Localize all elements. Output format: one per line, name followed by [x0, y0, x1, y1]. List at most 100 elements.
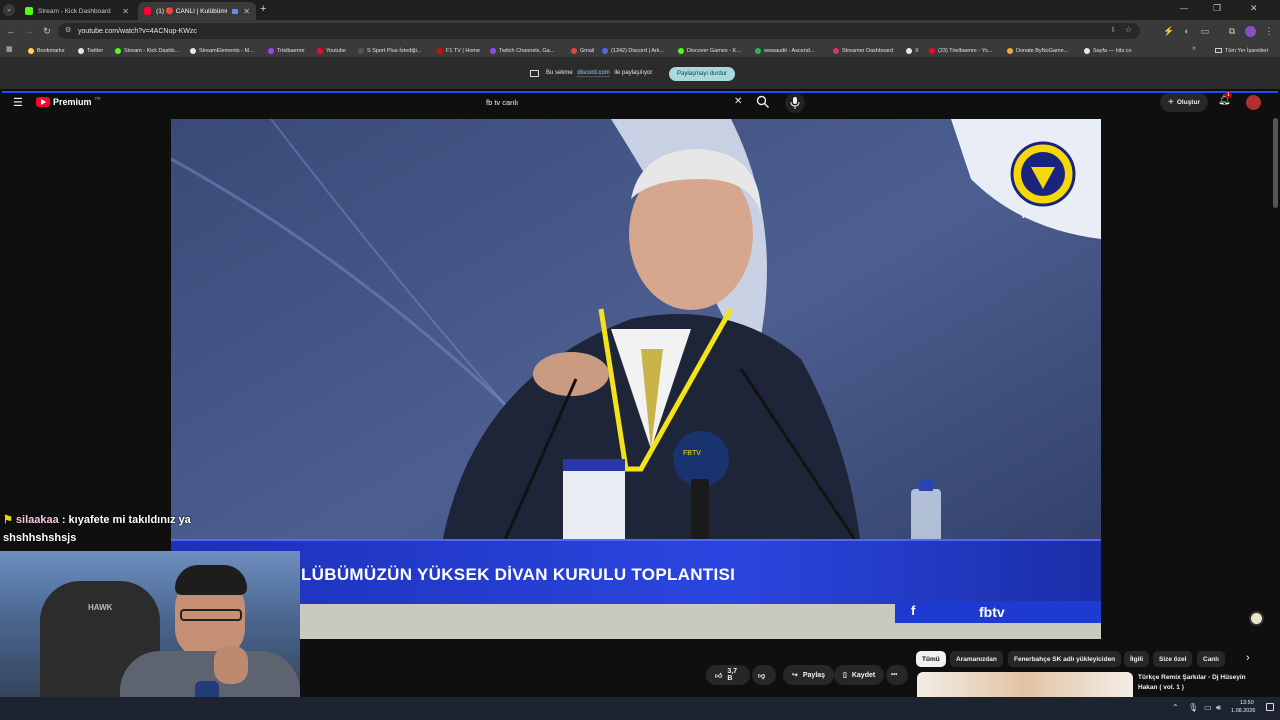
channel-corner-icon[interactable] [1249, 611, 1264, 626]
maximize-icon[interactable]: ❐ [1213, 3, 1221, 14]
all-bookmarks-folder[interactable]: Tüm Yer İşaretleri [1215, 45, 1268, 56]
voice-search-icon[interactable] [785, 93, 805, 113]
site-info-icon[interactable]: ⚙ [65, 26, 71, 34]
clock-time[interactable]: 13:50 [1240, 700, 1254, 706]
chips-next-icon[interactable]: › [1246, 652, 1250, 664]
minimize-icon[interactable]: — [1180, 4, 1188, 13]
bookmark-item[interactable]: F1 TV | Home [437, 45, 480, 56]
filter-chip[interactable]: Size özel [1153, 651, 1193, 667]
clock-date[interactable]: 1.08.2026 [1231, 708, 1255, 714]
close-window-icon[interactable]: ✕ [1250, 3, 1258, 14]
tab-title: (1) 🔴 CANLI | Kulübümüzü [156, 8, 227, 15]
bookmark-item[interactable]: (1342) Discord | Ark... [602, 45, 664, 56]
save-button[interactable]: ▯ Kaydet [834, 665, 885, 685]
reload-icon[interactable]: ↻ [40, 24, 54, 38]
bookmark-item[interactable]: Discover Games - K... [678, 45, 741, 56]
recommendation-title[interactable]: Türkçe Remix Şarkılar - Dj Hüseyin Hakan… [1138, 673, 1258, 693]
notifications-bell-icon[interactable]: 🔔︎ 1 [1218, 92, 1232, 106]
thumbs-down-icon: 👎︎ [758, 672, 766, 680]
bookmark-item[interactable]: Twitch Channels, Ga... [490, 45, 554, 56]
bookmark-item[interactable]: X [906, 45, 919, 56]
bookmark-label: Discover Games - K... [687, 47, 741, 54]
bookmark-label: Youtube [326, 47, 346, 54]
bookmark-favicon-icon [755, 47, 761, 54]
bookmark-item[interactable]: (23) Trielbaenre - Yo... [929, 45, 992, 56]
share-button[interactable]: ↪ Paylaş [783, 665, 835, 685]
bookmark-item[interactable]: Bookmarks [28, 45, 65, 56]
bookmark-favicon-icon [78, 47, 84, 54]
bookmark-item[interactable]: Youtube [317, 45, 346, 56]
tab-youtube-live[interactable]: (1) 🔴 CANLI | Kulübümüzü ✕ [138, 2, 256, 20]
notification-center-icon[interactable] [1266, 703, 1274, 711]
bookmark-favicon-icon [28, 47, 34, 54]
bookmark-item[interactable]: Sayfa — hits.co [1084, 45, 1132, 56]
bookmark-favicon-icon [1084, 47, 1090, 54]
more-actions-button[interactable]: ••• [886, 665, 908, 685]
filter-chip[interactable]: Canlı [1197, 651, 1225, 667]
save-label: Kaydet [851, 671, 876, 679]
sharing-suffix: ile paylaşılıyor [614, 70, 653, 76]
bookmark-item[interactable]: S Sport Plus-İstediği... [358, 45, 421, 56]
tray-mic-icon[interactable]: 🎙︎ [1188, 703, 1198, 712]
bookmark-favicon-icon [833, 47, 839, 54]
browser-menu-icon[interactable]: ⋮ [1262, 24, 1276, 38]
extensions-icon[interactable]: ⧉ [1225, 24, 1239, 38]
hamburger-menu-icon[interactable]: ☰ [13, 96, 23, 109]
forward-icon[interactable]: → [22, 24, 36, 38]
extension-monitor-icon[interactable]: ▭ [1198, 24, 1212, 38]
search-icon[interactable] [756, 95, 770, 109]
bookmark-item[interactable]: Trielbaenre [268, 45, 305, 56]
bookmark-star-icon[interactable]: ☆ [1125, 25, 1132, 34]
video-player[interactable]: FBTV YouTube LÜBÜMÜZÜN YÜKSEK DİVAN KURU… [171, 119, 1101, 639]
extension-translate-icon[interactable]: ⚡ [1162, 24, 1176, 38]
extension-audio-icon[interactable]: ◐ [1180, 24, 1194, 38]
page-scrollbar[interactable] [1273, 118, 1278, 208]
tray-volume-icon[interactable]: 🔊︎ [1216, 703, 1221, 713]
bookmarks-bar: ▦ Bookmarks Twitter Stream - Kick Dashb...… [0, 42, 1280, 58]
like-button[interactable]: 👍︎ 3,7 B [706, 665, 750, 685]
tray-chevron-icon[interactable]: ⌃ [1172, 703, 1179, 712]
stop-sharing-button[interactable]: Paylaşmayı durdur [669, 67, 735, 81]
kick-icon [25, 7, 33, 15]
filter-chip[interactable]: Tümü [916, 651, 946, 667]
new-tab-button[interactable]: + [260, 3, 266, 15]
bookmark-item[interactable]: Donate ByNoGame... [1007, 45, 1068, 56]
dislike-button[interactable]: 👎︎ [752, 665, 776, 685]
bookmark-favicon-icon [437, 47, 443, 54]
tab-title: Stream - Kick Dashboard [38, 7, 111, 15]
all-bookmarks-label: Tüm Yer İşaretleri [1225, 47, 1269, 54]
filter-chip[interactable]: İlgili [1124, 651, 1149, 667]
profile-avatar-icon[interactable] [1243, 24, 1257, 38]
youtube-premium-logo[interactable]: Premium TR [36, 96, 101, 107]
tab-close-icon[interactable]: ✕ [122, 7, 129, 16]
back-icon[interactable]: ← [4, 24, 18, 38]
bookmark-item[interactable]: Streamer Dashboard [833, 45, 893, 56]
streamer-hair [175, 565, 247, 595]
bookmark-item[interactable]: Gmail [571, 45, 594, 56]
address-bar[interactable]: ⚙ youtube.com/watch?v=4ACNup-KWzc ⇩ ☆ [58, 23, 1140, 39]
search-input[interactable]: fb tv canlı [482, 93, 747, 112]
bookmark-item[interactable]: wowaudit - Ascend... [755, 45, 814, 56]
bookmark-item[interactable]: StreamElements - M... [190, 45, 254, 56]
tab-close-icon[interactable]: ✕ [243, 7, 250, 16]
bookmark-item[interactable]: Twitter [78, 45, 103, 56]
bookmark-item[interactable]: Stream - Kick Dashb... [115, 45, 179, 56]
account-avatar[interactable] [1246, 95, 1261, 110]
filter-chip[interactable]: Fenerbahçe SK adlı yükleyiciden [1008, 651, 1122, 667]
install-icon[interactable]: ⇩ [1110, 26, 1116, 34]
clear-search-icon[interactable]: ✕ [734, 96, 742, 107]
tab-kick-dashboard[interactable]: Stream - Kick Dashboard ✕ [19, 2, 135, 20]
tab-search-icon[interactable]: ⌄ [3, 4, 15, 16]
streamer-glasses [180, 609, 242, 621]
tray-network-icon[interactable]: ▭ [1204, 703, 1212, 712]
stream-chat-overlay: ⚑ silaakaa : kıyafete mi takıldınız ya s… [3, 511, 233, 547]
create-button[interactable]: + Oluştur [1160, 93, 1208, 112]
bookmarks-overflow-icon[interactable]: » [1192, 45, 1196, 52]
bookmark-label: Bookmarks [37, 47, 65, 54]
notification-badge: 1 [1225, 92, 1232, 98]
share-label: Paylaş [802, 671, 826, 679]
apps-grid-icon[interactable]: ▦ [6, 45, 13, 53]
create-label: Oluştur [1176, 99, 1200, 106]
filter-chip[interactable]: Aramanızdan [950, 651, 1003, 667]
recommendation-thumbnail[interactable] [917, 672, 1133, 697]
